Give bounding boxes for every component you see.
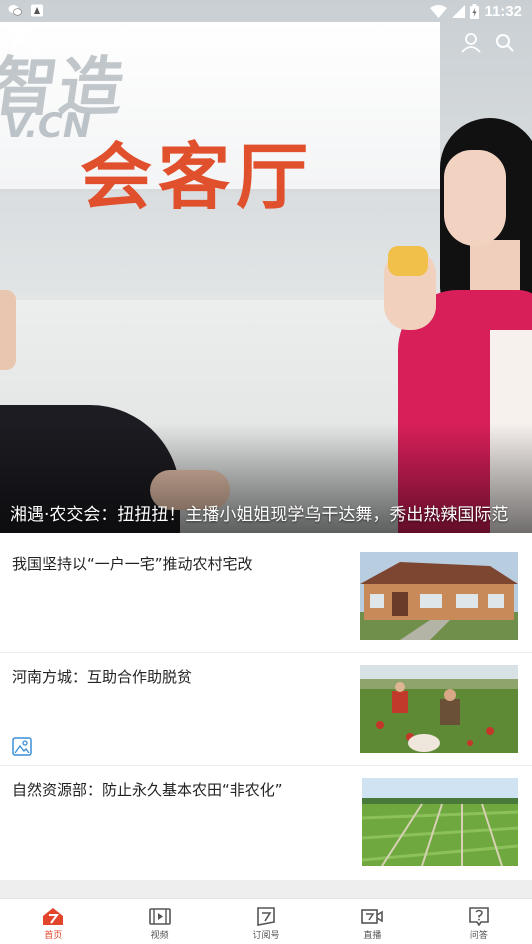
tab-label: 直播 <box>363 931 382 941</box>
hero-caption[interactable]: 湘遇·农交会：扭扭扭！主播小姐姐现学乌干达舞，秀出热辣国际范 <box>10 500 526 525</box>
article-title[interactable]: 我国坚持以“一户一宅”推动农村宅改 <box>12 553 253 574</box>
list-item[interactable]: 河南方城：互助合作助脱贫 <box>0 653 532 766</box>
hero-sign: 智造 V.CN 会客厅 <box>0 22 440 219</box>
sign-text-domain: V.CN <box>4 106 92 146</box>
notification-icon <box>31 4 43 17</box>
app-logo[interactable]: 7 映道 <box>8 24 54 57</box>
signal-icon <box>452 5 466 18</box>
tab-label: 订阅号 <box>252 931 280 941</box>
wechat-icon <box>8 5 22 16</box>
sign-text-red: 会客厅 <box>80 135 315 219</box>
user-icon[interactable] <box>460 32 482 54</box>
logo-mark: 7 <box>8 24 25 57</box>
tab-video[interactable]: 视频 <box>106 899 212 944</box>
hero-figure-face <box>444 150 506 246</box>
list-item[interactable]: 自然资源部：防止永久基本农田“非农化” <box>0 766 532 880</box>
article-list: 我国坚持以“一户一宅”推动农村宅改 河南方城：互助合作助脱贫 自然资源部：防止永… <box>0 540 532 880</box>
bottom-navigation: 首页 视频 订阅号 直播 问答 <box>0 898 532 944</box>
search-icon[interactable] <box>494 32 516 54</box>
home-icon <box>43 908 64 925</box>
list-item[interactable]: 我国坚持以“一户一宅”推动农村宅改 <box>0 540 532 653</box>
article-title[interactable]: 自然资源部：防止永久基本农田“非农化” <box>12 779 283 800</box>
article-thumbnail[interactable] <box>360 665 518 753</box>
wifi-icon <box>430 5 448 18</box>
subscribe-icon <box>257 907 275 926</box>
section-divider <box>0 880 532 898</box>
video-icon <box>148 908 171 925</box>
gallery-icon <box>12 737 32 756</box>
article-title[interactable]: 河南方城：互助合作助脱贫 <box>12 666 192 687</box>
tab-home[interactable]: 首页 <box>0 899 106 944</box>
farmers-photo <box>360 665 518 753</box>
tab-qa[interactable]: 问答 <box>426 899 532 944</box>
live-icon <box>361 909 384 924</box>
hero-banner[interactable]: 智造 V.CN 会客厅 湘遇·农交会：扭扭扭！主播小姐姐现学乌干达舞，秀出热辣国… <box>0 0 532 533</box>
status-bar: 11:32 <box>0 0 532 24</box>
tab-subscribe[interactable]: 订阅号 <box>213 899 319 944</box>
house-photo <box>360 552 518 640</box>
tab-label: 问答 <box>469 931 488 941</box>
status-time: 11:32 <box>484 3 522 20</box>
logo-subtitle: 映道 <box>28 47 47 57</box>
hero-figure-cup <box>388 246 428 276</box>
article-thumbnail[interactable] <box>360 552 518 640</box>
tab-label: 首页 <box>44 931 63 941</box>
article-thumbnail[interactable] <box>362 778 520 866</box>
qa-icon <box>469 907 489 926</box>
hero-figure-left-hand <box>0 290 16 370</box>
farmland-photo <box>362 778 519 866</box>
tab-label: 视频 <box>150 931 169 941</box>
battery-icon <box>470 4 480 19</box>
tab-live[interactable]: 直播 <box>319 899 425 944</box>
